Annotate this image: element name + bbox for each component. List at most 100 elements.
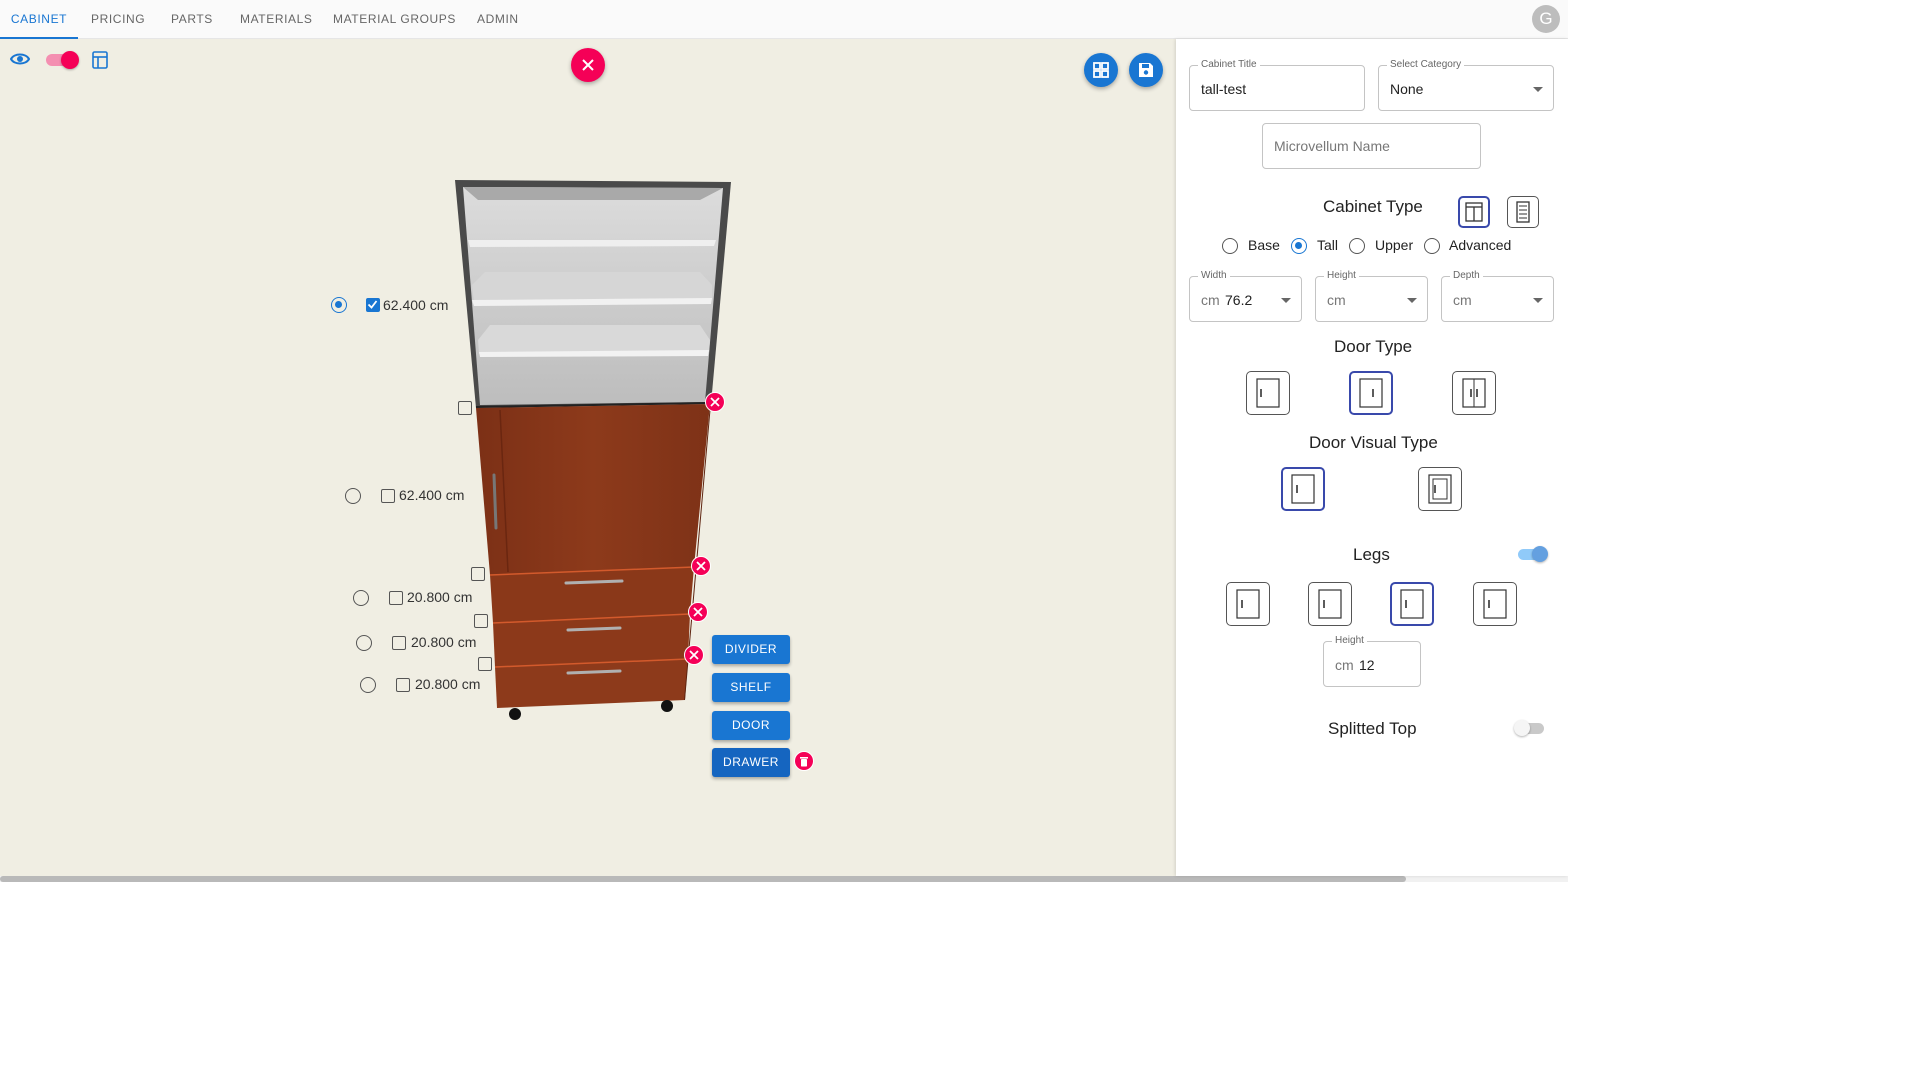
- tab-pricing[interactable]: PRICING: [91, 0, 145, 39]
- section-radio-2[interactable]: [345, 488, 361, 504]
- door-type-right-option[interactable]: [1349, 371, 1393, 415]
- scrollbar-thumb[interactable]: [0, 876, 1406, 882]
- microvellum-placeholder: Microvellum Name: [1274, 138, 1390, 154]
- properties-panel: Cabinet Title tall-test Select Category …: [1176, 39, 1568, 876]
- field-label: Height: [1324, 270, 1359, 281]
- field-label: Height: [1332, 635, 1367, 646]
- close-icon: [696, 561, 706, 571]
- cabinet-type-label: Advanced: [1449, 237, 1512, 253]
- cabinet-title-value: tall-test: [1201, 81, 1247, 97]
- cabinet-type-radio-upper[interactable]: [1349, 238, 1365, 254]
- door-visual-type-heading: Door Visual Type: [1309, 433, 1438, 452]
- section-radio-4[interactable]: [356, 635, 372, 651]
- close-icon: [689, 650, 699, 660]
- divider-checkbox[interactable]: [474, 614, 488, 628]
- grid-view-button[interactable]: [1084, 53, 1118, 87]
- legs-option-4[interactable]: [1473, 582, 1517, 626]
- cabinet-type-label: Base: [1248, 237, 1280, 253]
- height-field[interactable]: Height cm: [1315, 270, 1428, 322]
- check-icon: [367, 300, 378, 309]
- tab-materials[interactable]: MATERIALS: [240, 0, 313, 39]
- door-visual-flat-option[interactable]: [1281, 467, 1325, 511]
- cabinet-type-radio-advanced[interactable]: [1424, 238, 1440, 254]
- close-icon: [582, 59, 594, 71]
- section-radio-3[interactable]: [353, 590, 369, 606]
- view-toggle-knob: [61, 51, 79, 69]
- divider-checkbox[interactable]: [478, 657, 492, 671]
- view-toggle[interactable]: [46, 51, 79, 69]
- divider-checkbox[interactable]: [458, 401, 472, 415]
- add-divider-button[interactable]: DIVIDER: [712, 635, 790, 664]
- section-checkbox-4[interactable]: [392, 636, 406, 650]
- width-value: 76.2: [1225, 292, 1253, 308]
- add-shelf-button[interactable]: SHELF: [712, 673, 790, 702]
- section-radio-5[interactable]: [360, 677, 376, 693]
- width-field[interactable]: Width cm 76.2: [1189, 270, 1302, 322]
- divider-checkbox[interactable]: [471, 567, 485, 581]
- cabinet-type-radio-tall[interactable]: [1291, 238, 1307, 254]
- tab-material-groups[interactable]: MATERIAL GROUPS: [333, 0, 456, 39]
- field-label: Depth: [1450, 270, 1483, 281]
- legs-toggle-knob: [1532, 546, 1548, 562]
- depth-unit: cm: [1453, 292, 1472, 308]
- section-checkbox-3[interactable]: [389, 591, 403, 605]
- remove-section-button[interactable]: [691, 556, 711, 576]
- section-size-label: 20.800 cm: [407, 589, 473, 605]
- splitted-top-heading: Splitted Top: [1328, 719, 1417, 738]
- microvellum-name-field[interactable]: Microvellum Name: [1262, 123, 1481, 169]
- section-size-label: 62.400 cm: [399, 487, 465, 503]
- tab-parts[interactable]: PARTS: [171, 0, 213, 39]
- door-type-heading: Door Type: [1334, 337, 1413, 356]
- close-icon: [693, 607, 703, 617]
- trash-icon: [800, 756, 808, 766]
- splitted-top-toggle[interactable]: [1514, 720, 1548, 736]
- depth-field[interactable]: Depth cm: [1441, 270, 1554, 322]
- section-size-label: 20.800 cm: [415, 676, 481, 692]
- eye-icon[interactable]: [9, 51, 31, 67]
- tab-admin[interactable]: ADMIN: [477, 0, 519, 39]
- width-unit: cm: [1201, 292, 1220, 308]
- save-button[interactable]: [1129, 53, 1163, 87]
- remove-section-button[interactable]: [684, 645, 704, 665]
- field-label: Select Category: [1387, 59, 1465, 70]
- height-unit: cm: [1327, 292, 1346, 308]
- door-type-double-option[interactable]: [1452, 371, 1496, 415]
- cabinet-type-radio-base[interactable]: [1222, 238, 1238, 254]
- section-checkbox-2[interactable]: [381, 489, 395, 503]
- avatar[interactable]: G: [1532, 5, 1560, 33]
- add-drawer-button[interactable]: DRAWER: [712, 748, 790, 777]
- remove-section-button[interactable]: [705, 392, 725, 412]
- legs-option-2[interactable]: [1308, 582, 1352, 626]
- door-type-left-option[interactable]: [1246, 371, 1290, 415]
- add-door-button[interactable]: DOOR: [712, 711, 790, 740]
- save-icon: [1139, 63, 1153, 77]
- section-checkbox-1[interactable]: [366, 298, 380, 312]
- delete-button[interactable]: [794, 751, 814, 771]
- cabinet-title-field[interactable]: Cabinet Title tall-test: [1189, 59, 1365, 111]
- top-navigation: CABINET PRICING PARTS MATERIALS MATERIAL…: [0, 0, 1568, 39]
- section-checkbox-5[interactable]: [396, 678, 410, 692]
- door-visual-shaker-option[interactable]: [1418, 467, 1462, 511]
- legs-height-value: 12: [1359, 657, 1375, 673]
- field-label: Width: [1198, 270, 1230, 281]
- legs-height-field[interactable]: Height cm 12: [1323, 635, 1421, 687]
- close-button[interactable]: [571, 48, 605, 82]
- remove-section-button[interactable]: [688, 602, 708, 622]
- field-label: Cabinet Title: [1198, 59, 1260, 70]
- calculator-icon[interactable]: [92, 51, 108, 69]
- legs-option-3[interactable]: [1390, 582, 1434, 626]
- legs-height-unit: cm: [1335, 657, 1354, 673]
- grid-icon: [1093, 62, 1109, 78]
- horizontal-scrollbar[interactable]: [0, 876, 1568, 882]
- tab-cabinet[interactable]: CABINET: [0, 0, 78, 39]
- cabinet-3d-model[interactable]: [430, 130, 750, 730]
- legs-toggle[interactable]: [1516, 546, 1550, 562]
- legs-option-1[interactable]: [1226, 582, 1270, 626]
- cabinet-front-view-icon[interactable]: [1458, 196, 1490, 228]
- chevron-down-icon: [1533, 87, 1543, 92]
- chevron-down-icon: [1281, 298, 1291, 303]
- section-radio-1[interactable]: [331, 297, 347, 313]
- cabinet-tall-view-icon[interactable]: [1507, 196, 1539, 228]
- category-select[interactable]: Select Category None: [1378, 59, 1554, 111]
- legs-heading: Legs: [1353, 545, 1390, 564]
